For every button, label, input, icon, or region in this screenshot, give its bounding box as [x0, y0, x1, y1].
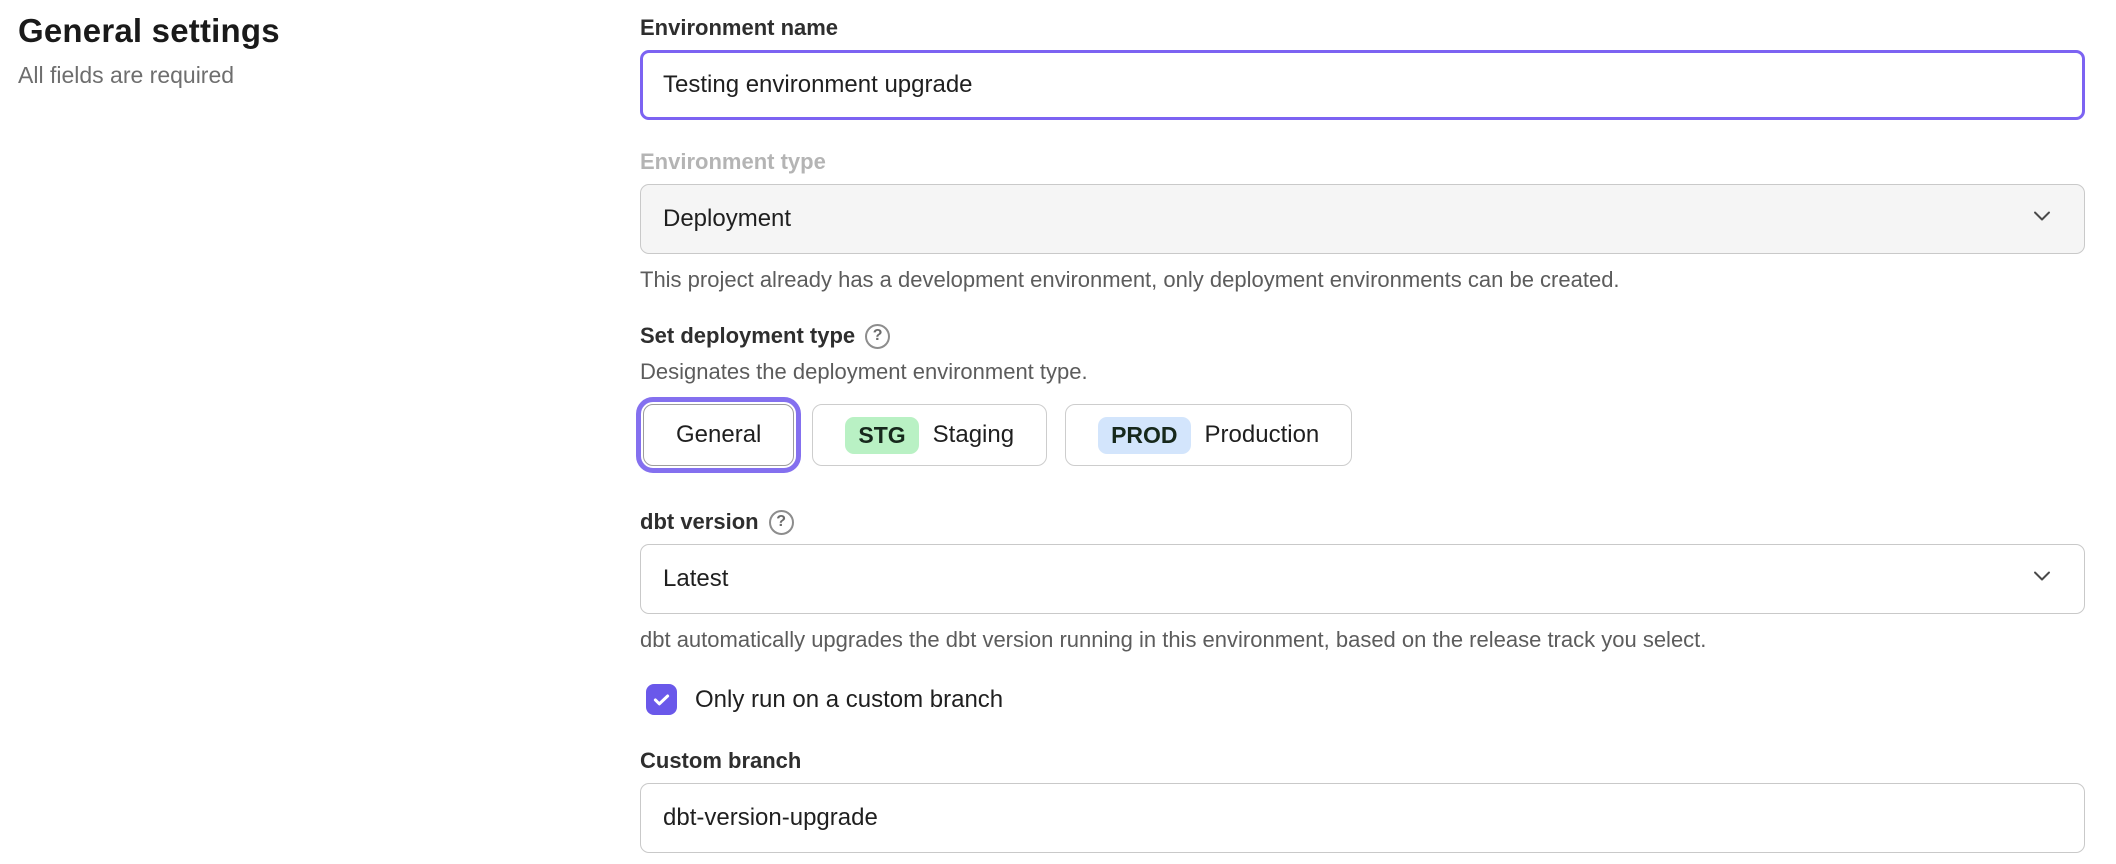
dbt-version-label: dbt version ?: [640, 508, 2085, 536]
deployment-type-helper: Designates the deployment environment ty…: [640, 358, 2085, 386]
custom-branch-checkbox-row: Only run on a custom branch: [640, 684, 2085, 715]
help-icon[interactable]: ?: [865, 324, 890, 349]
deployment-type-label: Set deployment type ?: [640, 322, 2085, 350]
deployment-type-options: General STG Staging PROD Production: [640, 398, 2085, 472]
dbt-version-select[interactable]: Latest: [640, 544, 2085, 614]
environment-type-value: Deployment: [663, 205, 791, 233]
environment-type-helper: This project already has a development e…: [640, 266, 2085, 294]
dbt-version-label-text: dbt version: [640, 508, 759, 536]
deployment-type-label-text: Set deployment type: [640, 322, 855, 350]
staging-button-label: Staging: [933, 421, 1014, 449]
chevron-down-icon: [2028, 202, 2056, 237]
production-button-label: Production: [1205, 421, 1320, 449]
environment-name-label: Environment name: [640, 14, 2085, 42]
settings-header: General settings All fields are required: [18, 12, 578, 89]
environment-type-label: Environment type: [640, 148, 2085, 176]
deployment-type-general-button[interactable]: General: [643, 404, 794, 466]
dbt-version-value: Latest: [663, 565, 728, 593]
deployment-type-production-button[interactable]: PROD Production: [1065, 404, 1352, 466]
general-button-label: General: [676, 421, 761, 449]
deployment-type-staging-button[interactable]: STG Staging: [812, 404, 1047, 466]
help-icon[interactable]: ?: [769, 510, 794, 535]
page-subtitle: All fields are required: [18, 62, 578, 89]
custom-branch-checkbox-label: Only run on a custom branch: [695, 686, 1003, 714]
production-badge: PROD: [1098, 417, 1190, 454]
custom-branch-checkbox[interactable]: [646, 684, 677, 715]
custom-branch-label: Custom branch: [640, 747, 2085, 775]
chevron-down-icon: [2028, 562, 2056, 597]
page-title: General settings: [18, 12, 578, 50]
environment-settings-form: Environment name Environment type Deploy…: [640, 0, 2085, 853]
staging-badge: STG: [845, 417, 918, 454]
environment-type-select[interactable]: Deployment: [640, 184, 2085, 254]
custom-branch-input[interactable]: [640, 783, 2085, 853]
environment-name-input[interactable]: [640, 50, 2085, 120]
dbt-version-helper: dbt automatically upgrades the dbt versi…: [640, 626, 2085, 654]
checkmark-icon: [651, 689, 672, 710]
